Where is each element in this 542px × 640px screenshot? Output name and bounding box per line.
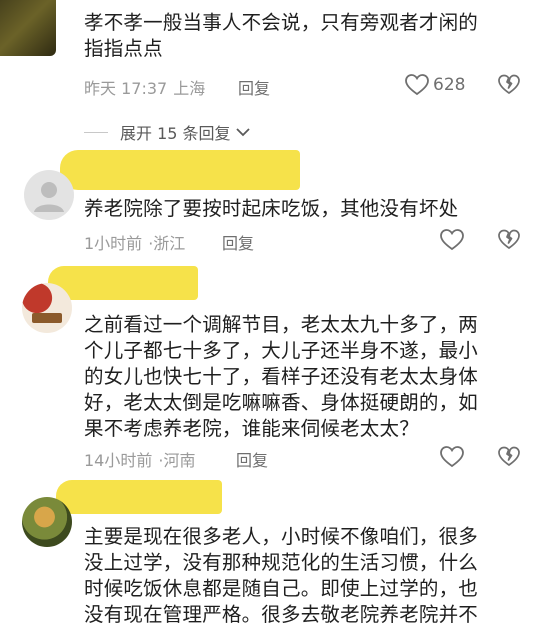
comment-meta: 昨天 17:37 上海 [84, 79, 206, 98]
avatar[interactable] [24, 170, 74, 220]
comment-meta: 1小时前 ·浙江 [84, 234, 186, 253]
reply-button[interactable]: 回复 [238, 75, 270, 99]
heart-outline-icon[interactable] [439, 445, 465, 469]
comment-text: 养老院除了要按时起床吃饭，其他没有坏处 [84, 197, 459, 220]
divider-line [84, 131, 108, 133]
heart-outline-icon[interactable] [439, 228, 465, 252]
redacted-username [60, 150, 300, 190]
chevron-down-icon [235, 128, 250, 137]
comment-text: 孝不孝一般当事人不会说，只有旁观者才闲的 指指点点 [84, 11, 479, 60]
broken-heart-icon[interactable] [497, 445, 521, 469]
redacted-username [56, 480, 222, 514]
comment-text: 之前看过一个调解节目，老太太九十多了，两 个儿子都七十多了，大儿子还半身不遂，最… [84, 313, 479, 440]
broken-heart-icon[interactable] [497, 73, 521, 97]
avatar-image [32, 313, 62, 323]
avatar[interactable] [0, 0, 56, 56]
avatar[interactable] [22, 497, 72, 547]
expand-replies-label: 展开 15 条回复 [120, 124, 231, 143]
redacted-username [48, 266, 198, 300]
comment-meta: 14小时前 ·河南 [84, 451, 196, 470]
avatar[interactable] [22, 283, 72, 333]
expand-replies-button[interactable]: 展开 15 条回复 [84, 120, 251, 144]
reply-button[interactable]: 回复 [222, 230, 254, 254]
broken-heart-icon[interactable] [497, 228, 521, 252]
comment-text: 主要是现在很多老人，小时候不像咱们，很多 没上过学，没有那种规范化的生活习惯，什… [84, 525, 479, 626]
reply-button[interactable]: 回复 [236, 447, 268, 471]
like-count: 628 [433, 75, 466, 95]
default-avatar-icon [34, 182, 64, 212]
heart-outline-icon[interactable] [404, 73, 430, 97]
